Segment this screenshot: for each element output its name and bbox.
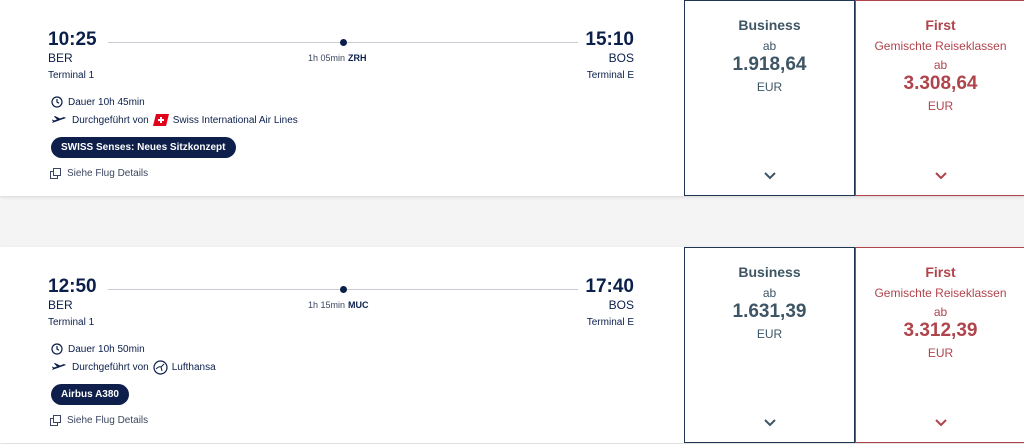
external-window-icon	[50, 168, 61, 179]
fare-currency: EUR	[927, 346, 954, 360]
departure-terminal: Terminal 1	[48, 70, 95, 81]
from-label: ab	[762, 39, 777, 53]
airplane-icon	[51, 362, 67, 372]
stopover-info: 1h 15min MUC	[308, 300, 369, 310]
departure-time: 12:50	[48, 276, 97, 297]
fare-price: 3.308,64	[903, 73, 978, 94]
stopover-duration: 1h 15min	[308, 300, 346, 310]
chevron-down-icon	[934, 172, 947, 180]
swiss-cross-icon	[152, 114, 169, 126]
airplane-icon	[51, 115, 67, 125]
flight-info[interactable]: 12:50 BER Terminal 1 1h 15min MUC 17:40 B…	[0, 247, 684, 443]
cabin-name: First	[925, 264, 956, 280]
fare-price: 1.918,64	[732, 54, 807, 75]
arrival-airport: BOS	[608, 298, 634, 312]
departure-time: 10:25	[48, 29, 97, 50]
arrival-time: 15:10	[585, 29, 634, 50]
fare-price: 1.631,39	[732, 301, 807, 322]
airline-name: Lufthansa	[171, 361, 216, 373]
arrival-time: 17:40	[585, 276, 634, 297]
from-label: ab	[762, 286, 777, 300]
first-fare-option[interactable]: First Gemischte Reiseklassen ab 3.312,39…	[855, 247, 1024, 443]
stopover-dot	[340, 39, 347, 46]
mixed-classes-label: Gemischte Reiseklassen	[874, 39, 1007, 53]
flight-card: 12:50 BER Terminal 1 1h 15min MUC 17:40 B…	[0, 247, 1024, 443]
arrival-terminal: Terminal E	[586, 70, 634, 81]
lufthansa-crane-icon	[153, 359, 168, 375]
fare-currency: EUR	[927, 99, 954, 113]
clock-icon	[51, 343, 63, 355]
business-fare-option[interactable]: Business ab 1.631,39 EUR	[684, 247, 855, 443]
cabin-name: First	[925, 17, 956, 33]
flight-card: 10:25 BER Terminal 1 1h 05min ZRH 15:10 B…	[0, 0, 1024, 196]
flight-tag[interactable]: Airbus A380	[51, 384, 129, 405]
cabin-name: Business	[738, 17, 801, 33]
arrival-terminal: Terminal E	[586, 317, 634, 328]
stopover-duration: 1h 05min	[308, 53, 346, 63]
departure-airport: BER	[48, 298, 73, 312]
operator-row: Durchgeführt von Swiss International Air…	[51, 112, 298, 128]
airline-name: Swiss International Air Lines	[172, 114, 298, 126]
stopover-airport: ZRH	[348, 53, 367, 63]
clock-icon	[51, 96, 63, 108]
departure-terminal: Terminal 1	[48, 317, 95, 328]
departure-airport: BER	[48, 51, 73, 65]
arrival-airport: BOS	[608, 51, 634, 65]
details-link-label: Siehe Flug Details	[67, 168, 149, 179]
chevron-down-icon	[934, 419, 947, 427]
from-label: ab	[933, 58, 948, 72]
flight-details-link[interactable]: Siehe Flug Details	[50, 168, 148, 179]
flight-tag[interactable]: SWISS Senses: Neues Sitzkonzept	[51, 137, 236, 158]
fare-price: 3.312,39	[903, 320, 978, 341]
flight-details-link[interactable]: Siehe Flug Details	[50, 415, 148, 426]
flight-info[interactable]: 10:25 BER Terminal 1 1h 05min ZRH 15:10 B…	[0, 0, 684, 196]
stopover-info: 1h 05min ZRH	[308, 53, 367, 63]
fare-currency: EUR	[756, 80, 783, 94]
chevron-down-icon	[763, 419, 776, 427]
chevron-down-icon	[763, 172, 776, 180]
flight-duration: Dauer 10h 45min	[68, 96, 145, 108]
stopover-dot	[340, 286, 347, 293]
from-label: ab	[933, 305, 948, 319]
operated-by-label: Durchgeführt von	[72, 114, 149, 126]
business-fare-option[interactable]: Business ab 1.918,64 EUR	[684, 0, 855, 196]
first-fare-option[interactable]: First Gemischte Reiseklassen ab 3.308,64…	[855, 0, 1024, 196]
stopover-airport: MUC	[348, 300, 369, 310]
fare-currency: EUR	[756, 327, 783, 341]
duration-row: Dauer 10h 50min	[51, 341, 145, 357]
operated-by-label: Durchgeführt von	[72, 361, 149, 373]
details-link-label: Siehe Flug Details	[67, 415, 149, 426]
duration-row: Dauer 10h 45min	[51, 94, 145, 110]
mixed-classes-label: Gemischte Reiseklassen	[874, 286, 1007, 300]
operator-row: Durchgeführt von Lufthansa	[51, 359, 216, 375]
external-window-icon	[50, 415, 61, 426]
cabin-name: Business	[738, 264, 801, 280]
flight-duration: Dauer 10h 50min	[68, 343, 145, 355]
